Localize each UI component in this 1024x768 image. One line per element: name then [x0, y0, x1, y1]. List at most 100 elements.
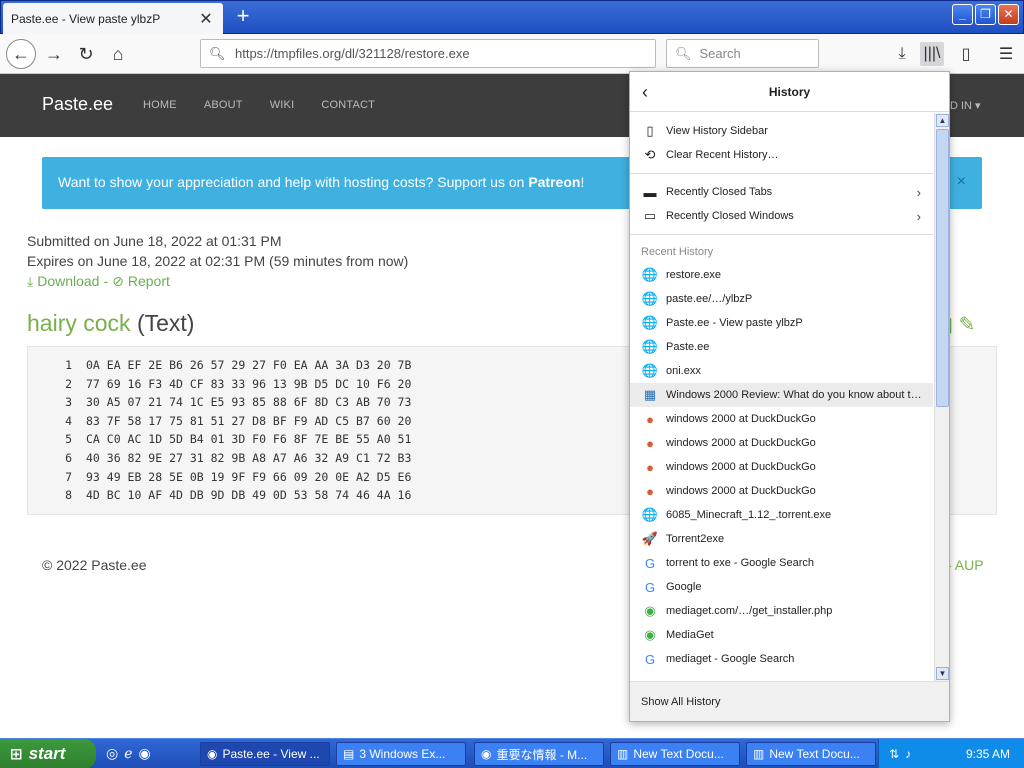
site-footer: © 2022 Paste.ee: [42, 557, 147, 573]
line-text: 77 69 16 F3 4D CF 83 33 96 13 9B D5 DC 1…: [86, 376, 412, 391]
history-item[interactable]: 🌐 oni.exx: [630, 359, 933, 383]
mediaget-icon: ◉: [644, 627, 656, 642]
history-item[interactable]: 🌐 Paste.ee: [630, 335, 933, 359]
start-button[interactable]: ⊞ start: [0, 739, 96, 768]
url-bar[interactable]: 🔍︎ https://tmpfiles.org/dl/321128/restor…: [200, 39, 656, 68]
nav-link-home[interactable]: HOME: [143, 99, 177, 111]
library-icon[interactable]: |||\: [920, 42, 944, 66]
restore-button[interactable]: ❐: [975, 4, 996, 25]
history-item-label: windows 2000 at DuckDuckGo: [666, 437, 816, 449]
back-button[interactable]: ←: [6, 39, 36, 69]
firefox-icon: ◉: [481, 747, 492, 761]
reload-button[interactable]: ↻: [72, 40, 100, 68]
show-all-history-button[interactable]: Show All History: [630, 681, 949, 721]
history-item[interactable]: 🚀 Torrent2exe: [630, 527, 933, 551]
taskbar-button[interactable]: ▥ New Text Docu...: [610, 742, 740, 766]
history-item[interactable]: ▯ View History Sidebar: [630, 119, 933, 143]
history-item[interactable]: ● windows 2000 at DuckDuckGo: [630, 407, 933, 431]
history-item-label: windows 2000 at DuckDuckGo: [666, 461, 816, 473]
separator: -: [103, 273, 109, 289]
taskbar-button[interactable]: ◉ 重要な情報 - M...: [474, 742, 604, 766]
taskbar-button-label: New Text Docu...: [633, 747, 724, 761]
duckduckgo-icon: ●: [646, 435, 654, 451]
history-item-label: Torrent2exe: [666, 533, 725, 545]
history-item[interactable]: Gmediaget - Google Search: [630, 647, 933, 671]
history-item-label: torrent to exe - Google Search: [666, 557, 814, 569]
line-number: 4: [65, 413, 72, 428]
line-number: 3: [65, 395, 72, 410]
nav-link-wiki[interactable]: WIKI: [270, 99, 295, 111]
scroll-up-icon[interactable]: ▲: [936, 114, 949, 127]
scroll-thumb[interactable]: [936, 129, 949, 407]
firefox-icon[interactable]: ◉: [139, 745, 151, 762]
taskbar-button[interactable]: ▥ New Text Docu...: [746, 742, 876, 766]
download-link[interactable]: Download: [37, 273, 99, 289]
close-window-button[interactable]: ✕: [998, 4, 1019, 25]
line-number: 6: [65, 450, 72, 465]
history-item[interactable]: G Google: [630, 575, 933, 599]
history-item[interactable]: 🌐 paste.ee/…/ylbzP: [630, 287, 933, 311]
line-number: 5: [65, 432, 72, 447]
search-icon: 🔍︎: [209, 45, 226, 61]
globe-icon: 🌐: [641, 363, 659, 378]
taskbar-button[interactable]: ◉ Paste.ee - View ...: [200, 742, 330, 766]
minimize-button[interactable]: _: [952, 4, 973, 25]
history-item-label: windows 2000 at DuckDuckGo: [666, 413, 816, 425]
windows-taskbar: ⊞ start ◎ ℯ ◉ ◉ Paste.ee - View ... ▤ 3 Win…: [0, 738, 1024, 768]
new-tab-button[interactable]: +: [231, 5, 255, 29]
login-link[interactable]: D IN ▾: [950, 99, 981, 112]
nav-link-contact[interactable]: CONTACT: [321, 99, 375, 111]
report-link[interactable]: Report: [128, 273, 170, 289]
history-item[interactable]: ▦ Windows 2000 Review: What do you know a…: [630, 383, 933, 407]
history-item[interactable]: Gtorrent to exe - Google Search: [630, 551, 933, 575]
history-title: History: [768, 85, 811, 99]
globe-icon: 🌐: [641, 291, 659, 306]
download-icon[interactable]: ⤓: [890, 42, 914, 66]
history-item[interactable]: 🌐 restore.exe: [630, 263, 933, 287]
taskbar-button[interactable]: ▤ 3 Windows Ex...: [336, 742, 466, 766]
network-icon[interactable]: ⇅: [889, 747, 899, 761]
patreon-link[interactable]: Patreon: [528, 174, 580, 190]
history-item[interactable]: ⟲ Clear Recent History…: [630, 143, 933, 167]
history-item[interactable]: ● windows 2000 at DuckDuckGo: [630, 455, 933, 479]
menu-icon[interactable]: ☰: [994, 42, 1018, 66]
paste-name: hairy cock: [27, 310, 131, 336]
history-item[interactable]: 🌐 6085_Minecraft_1.12_.torrent.exe: [630, 503, 933, 527]
plug-icon[interactable]: ✎: [959, 314, 976, 336]
history-panel: ‹ History ▯ View History Sidebar ⟲ Clear Re…: [629, 71, 950, 722]
history-item[interactable]: ● windows 2000 at DuckDuckGo: [630, 479, 933, 503]
volume-icon[interactable]: ♪: [905, 747, 911, 761]
paste-title: hairy cock (Text): [27, 310, 194, 337]
close-tab-icon[interactable]: ✕: [197, 9, 215, 29]
home-button[interactable]: ⌂: [104, 40, 132, 68]
clock: 9:35 AM: [965, 747, 1010, 761]
aup-link[interactable]: - AUP: [947, 557, 984, 573]
line-number: 1: [65, 358, 72, 372]
alert-close-icon[interactable]: ×: [957, 173, 966, 191]
history-item-label: Recently Closed Windows: [666, 210, 794, 222]
chrome-icon[interactable]: ◎: [106, 745, 118, 762]
search-input[interactable]: 🔍︎ Search: [666, 39, 819, 68]
history-item[interactable]: 🌐 Paste.ee - View paste ylbzP: [630, 311, 933, 335]
alert-text: Want to show your appreciation and help …: [58, 174, 529, 190]
ie-icon[interactable]: ℯ: [124, 745, 132, 762]
history-item-label: Paste.ee - View paste ylbzP: [666, 317, 803, 329]
history-item[interactable]: ▬ Recently Closed Tabs ›: [630, 180, 933, 204]
taskbar-button-label: New Text Docu...: [769, 747, 860, 761]
google-icon: G: [644, 651, 656, 667]
browser-tab[interactable]: Paste.ee - View paste ylbzP ✕: [3, 3, 223, 35]
history-item[interactable]: ▭ Recently Closed Windows ›: [630, 204, 933, 228]
tab-strip: Paste.ee - View paste ylbzP ✕ + _ ❐ ✕: [0, 0, 1024, 35]
forward-button[interactable]: →: [40, 40, 68, 68]
history-item-label: mediaget - Google Search: [666, 653, 795, 665]
history-item[interactable]: ◉ MediaGet: [630, 623, 933, 647]
history-item[interactable]: ● windows 2000 at DuckDuckGo: [630, 431, 933, 455]
tab-title: Paste.ee - View paste ylbzP: [11, 12, 161, 26]
history-item[interactable]: ◉ mediaget.com/…/get_installer.php: [630, 599, 933, 623]
nav-link-about[interactable]: ABOUT: [204, 99, 243, 111]
scroll-down-icon[interactable]: ▼: [936, 667, 949, 680]
sidebar-toggle-icon[interactable]: ▯: [954, 42, 978, 66]
history-scrollbar[interactable]: ▲ ▼: [934, 113, 949, 682]
site-brand[interactable]: Paste.ee: [42, 94, 113, 115]
history-item-label: Clear Recent History…: [666, 149, 779, 161]
